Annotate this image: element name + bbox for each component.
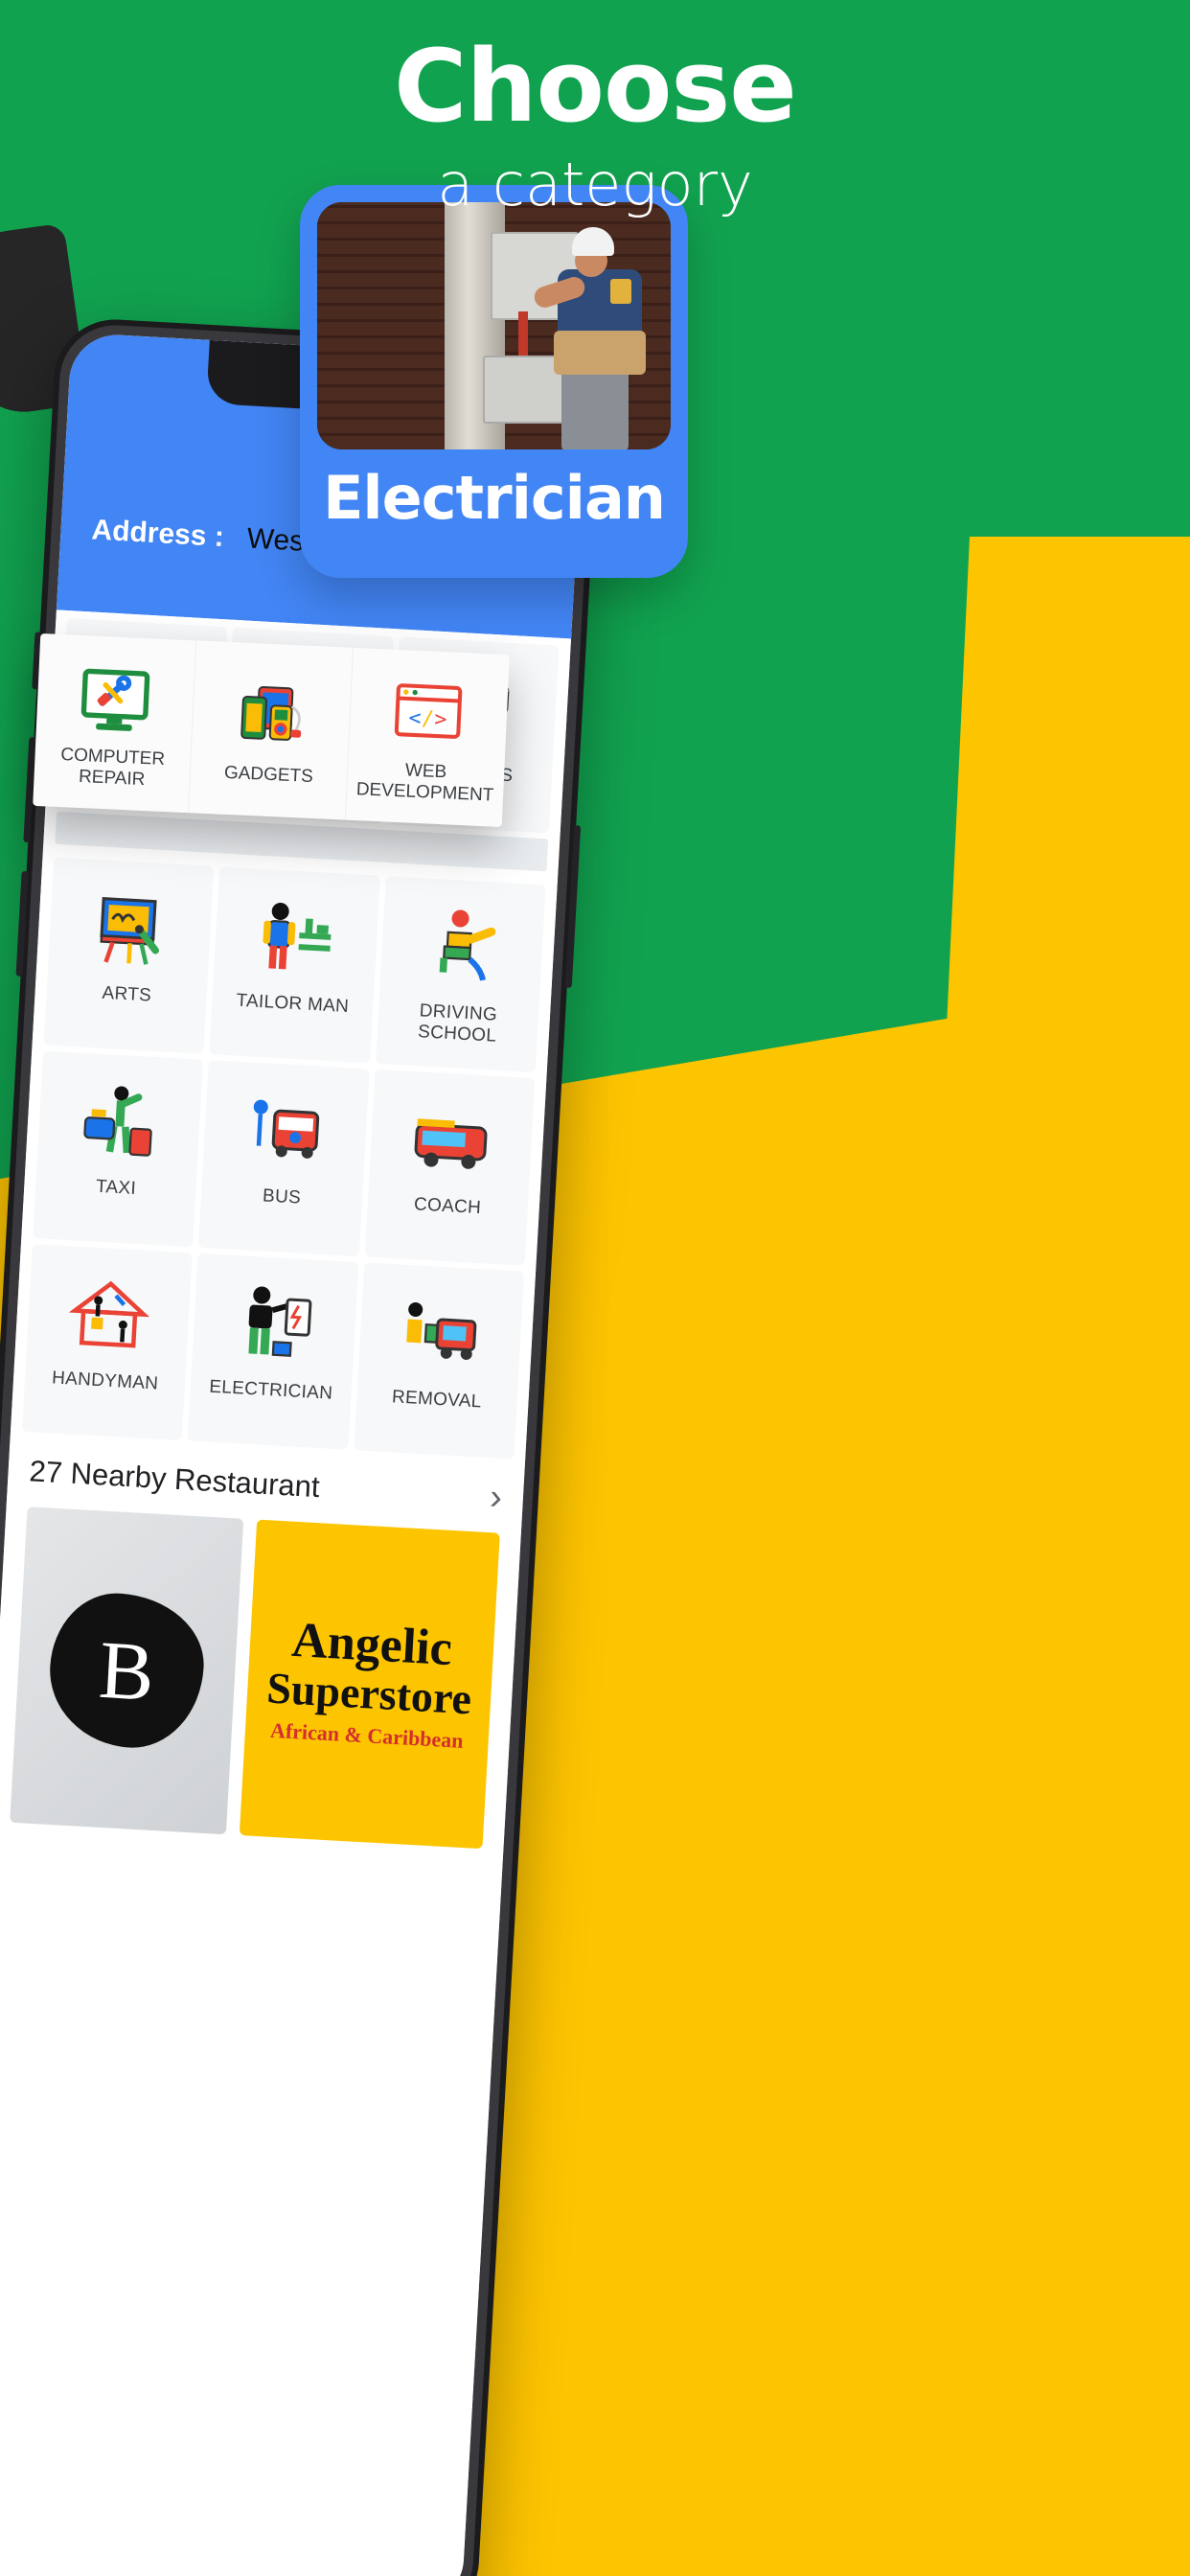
category-tile[interactable]: DRIVING SCHOOL bbox=[375, 876, 546, 1073]
svg-text:>: > bbox=[434, 707, 447, 732]
category-tile[interactable]: TAILOR MAN bbox=[209, 866, 380, 1064]
handyman-icon bbox=[60, 1267, 157, 1364]
poster-line-2: Superstore bbox=[265, 1663, 473, 1724]
coach-icon bbox=[402, 1092, 499, 1189]
floating-category-tile-label: COMPUTER REPAIR bbox=[59, 745, 166, 791]
category-tile-label: TAXI bbox=[95, 1176, 137, 1199]
category-tile-label: ELECTRICIAN bbox=[208, 1376, 333, 1404]
restaurant-card-row: B Angelic Superstore African & Caribbean bbox=[10, 1506, 500, 1850]
nearby-title: 27 Nearby Restaurant bbox=[28, 1454, 321, 1505]
category-tile-label: REMOVAL bbox=[391, 1387, 483, 1413]
taxi-icon bbox=[71, 1073, 168, 1170]
svg-text:/: / bbox=[422, 707, 435, 732]
floating-category-tile[interactable]: COMPUTER REPAIR bbox=[33, 632, 197, 814]
category-tile[interactable]: COACH bbox=[364, 1069, 536, 1266]
worker-pocket bbox=[610, 278, 632, 304]
category-tile[interactable]: HANDYMAN bbox=[21, 1244, 193, 1441]
address-label: Address : bbox=[90, 514, 225, 554]
category-tile[interactable]: BUS bbox=[198, 1060, 370, 1257]
floating-category-row[interactable]: COMPUTER REPAIR GADGETS < / > WEB DEVELOPMENT bbox=[33, 632, 510, 828]
junction-box bbox=[483, 355, 565, 425]
category-tile[interactable]: ELECTRICIAN bbox=[188, 1253, 359, 1450]
category-tile-label: COACH bbox=[413, 1194, 482, 1219]
nearby-header: 27 Nearby Restaurant › bbox=[28, 1453, 503, 1518]
floating-category-tile-label: GADGETS bbox=[223, 762, 314, 788]
electrician-icon bbox=[226, 1276, 323, 1373]
electrician-photo bbox=[317, 202, 671, 449]
gadgets-icon bbox=[228, 673, 314, 759]
worker-legs bbox=[561, 365, 629, 449]
category-tile-label: HANDYMAN bbox=[51, 1368, 159, 1394]
category-tile[interactable]: ARTS bbox=[43, 857, 215, 1054]
category-tile-label: BUS bbox=[262, 1185, 302, 1208]
feature-card-electrician[interactable]: Electrician bbox=[300, 185, 688, 578]
category-tile[interactable]: TAXI bbox=[33, 1050, 204, 1248]
restaurant-card[interactable]: B bbox=[10, 1506, 244, 1835]
computer-repair-icon bbox=[73, 656, 159, 742]
promo-stage: Choose a category Address : West Midl bbox=[0, 0, 1190, 2576]
feature-card-caption: Electrician bbox=[323, 463, 666, 533]
category-tile[interactable]: REMOVAL bbox=[354, 1262, 525, 1460]
floating-category-tile-label: WEB DEVELOPMENT bbox=[355, 760, 494, 806]
restaurant-card[interactable]: Angelic Superstore African & Caribbean bbox=[239, 1519, 500, 1850]
bus-icon bbox=[237, 1083, 333, 1180]
tool-belt bbox=[554, 331, 647, 376]
tailor-man-icon bbox=[248, 889, 345, 986]
floating-category-tile[interactable]: < / > WEB DEVELOPMENT bbox=[345, 648, 509, 827]
red-conduit bbox=[518, 310, 529, 361]
category-tile-label: TAILOR MAN bbox=[235, 990, 350, 1018]
category-tile-label: ARTS bbox=[101, 982, 152, 1006]
removal-icon bbox=[392, 1285, 489, 1382]
driving-school-icon bbox=[414, 899, 511, 996]
category-tile-label: DRIVING SCHOOL bbox=[417, 1000, 498, 1046]
web-development-icon: < / > bbox=[385, 670, 471, 756]
chevron-right-icon[interactable]: › bbox=[489, 1477, 503, 1518]
nearby-section: 27 Nearby Restaurant › B Angelic Superst… bbox=[0, 1431, 525, 1850]
poster-line-3: African & Caribbean bbox=[269, 1718, 465, 1754]
restaurant-logo-badge: B bbox=[51, 1595, 203, 1747]
floating-category-tile[interactable]: GADGETS bbox=[189, 640, 354, 820]
svg-text:<: < bbox=[408, 706, 422, 731]
arts-icon bbox=[81, 881, 178, 978]
category-grid-bottom: ARTS TAILOR MAN DRIVING SCHOOL TAXI BUS COACH… bbox=[11, 849, 558, 1460]
